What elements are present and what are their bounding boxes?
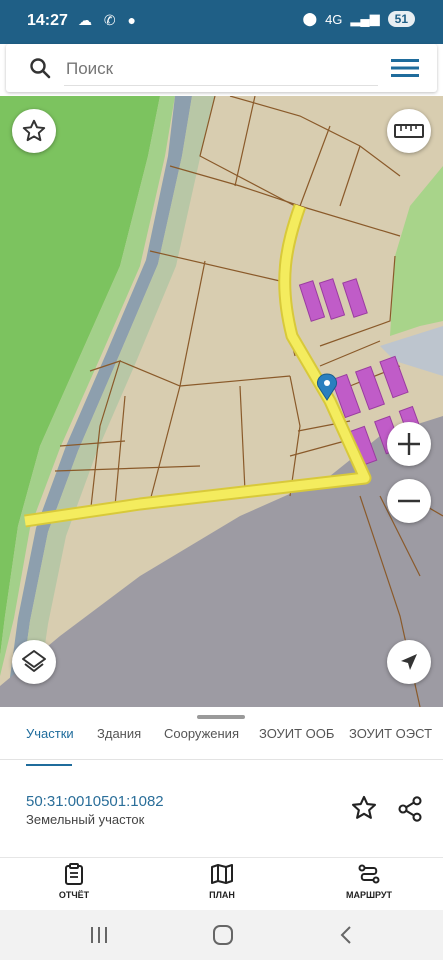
system-navigation-bar <box>0 910 443 960</box>
route-icon <box>358 864 380 884</box>
star-icon <box>22 119 46 142</box>
sheet-handle[interactable] <box>197 715 245 719</box>
navigation-arrow-icon <box>401 654 417 670</box>
cadastral-number[interactable]: 50:31:0010501:1082 <box>26 793 164 810</box>
minus-icon <box>398 499 420 503</box>
battery-icon: 51 <box>387 11 415 27</box>
my-location-button[interactable] <box>387 640 431 684</box>
plus-icon <box>398 433 420 455</box>
search-bar <box>6 44 437 92</box>
tab-parcels[interactable]: Участки <box>26 726 74 741</box>
search-icon[interactable] <box>28 56 52 80</box>
notification-icons: ☁ ✆ ● <box>78 12 140 28</box>
layers-button[interactable] <box>12 640 56 684</box>
search-input[interactable] <box>64 53 378 86</box>
status-bar: 14:27 ☁ ✆ ● ⬤ 4G ▂▄▆ 51 <box>0 0 443 44</box>
nav-plan[interactable]: ПЛАН <box>182 862 262 900</box>
recent-apps-icon[interactable] <box>89 926 109 944</box>
tab-buildings[interactable]: Здания <box>97 726 141 741</box>
hamburger-menu-icon[interactable] <box>391 57 419 79</box>
tab-zouit-oob[interactable]: ЗОУИТ ООБ <box>259 726 334 741</box>
bottom-navigation: ОТЧЁТ ПЛАН МАРШРУТ <box>0 857 443 910</box>
map-view[interactable] <box>0 96 443 707</box>
favorites-button[interactable] <box>12 109 56 153</box>
status-right-icons: ⬤ 4G ▂▄▆ 51 <box>303 11 415 27</box>
location-icon: ⬤ <box>302 11 318 26</box>
info-sheet: Участки Здания Сооружения ЗОУИТ ООБ ЗОУИ… <box>0 707 443 857</box>
ruler-icon <box>394 124 424 138</box>
nav-plan-label: ПЛАН <box>209 890 235 900</box>
tabs-divider <box>0 759 443 760</box>
share-icon[interactable] <box>396 795 424 823</box>
layers-icon <box>22 650 46 672</box>
nav-report[interactable]: ОТЧЁТ <box>34 862 114 900</box>
ruler-button[interactable] <box>387 109 431 153</box>
zoom-out-button[interactable] <box>387 479 431 523</box>
signal-icon: 4G <box>325 11 343 27</box>
back-icon[interactable] <box>339 925 353 945</box>
tab-zouit-oest[interactable]: ЗОУИТ ОЭСТ <box>349 726 432 741</box>
layer-tabs: Участки Здания Сооружения ЗОУИТ ООБ ЗОУИ… <box>0 721 443 766</box>
clipboard-icon <box>65 863 83 885</box>
nav-route[interactable]: МАРШРУТ <box>329 862 409 900</box>
nav-route-label: МАРШРУТ <box>345 890 393 900</box>
map-canvas[interactable] <box>0 96 443 707</box>
home-icon[interactable] <box>212 924 234 946</box>
favorite-star-icon[interactable] <box>350 794 378 822</box>
tab-structures[interactable]: Сооружения <box>164 726 239 741</box>
map-icon <box>211 864 233 884</box>
parcel-type: Земельный участок <box>26 812 145 827</box>
zoom-in-button[interactable] <box>387 422 431 466</box>
status-time: 14:27 <box>27 12 68 29</box>
active-tab-indicator <box>26 764 72 766</box>
signal-bars-icon: ▂▄▆ <box>350 11 380 26</box>
nav-report-label: ОТЧЁТ <box>58 890 90 900</box>
